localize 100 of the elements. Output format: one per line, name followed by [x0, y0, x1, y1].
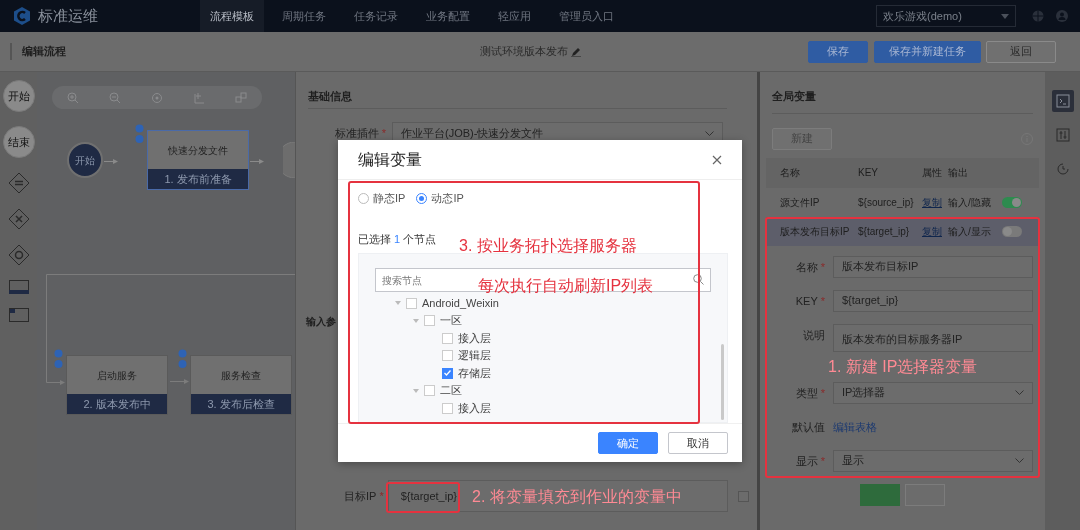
copy-link[interactable]: 复制	[922, 194, 948, 210]
task-node-icon[interactable]	[8, 280, 29, 294]
expand-caret-icon[interactable]	[413, 318, 419, 323]
section-title: 输入参	[306, 315, 336, 329]
close-icon[interactable]	[712, 154, 722, 165]
table-cell-text: ${source_ip}	[858, 195, 915, 210]
chevron-icon	[705, 130, 714, 136]
column-header: 名称	[780, 166, 801, 180]
arrow-connector	[250, 158, 264, 165]
table-cell-text: 输入/隐藏	[948, 195, 992, 210]
node-name: 服务检查	[220, 368, 262, 383]
sliders-icon[interactable]	[1055, 128, 1070, 142]
reset-icon[interactable]	[151, 91, 163, 104]
panel-title: 全局变量	[772, 72, 1033, 114]
history-icon[interactable]	[1055, 162, 1070, 176]
zoom-in-icon[interactable]	[67, 91, 79, 104]
variable-row[interactable]: 源文件IP ${source_ip} 复制 输入/隐藏	[766, 187, 1039, 217]
expand-caret-icon[interactable]	[395, 301, 401, 306]
field-label: 标准插件 *	[333, 125, 386, 141]
type-select[interactable]: IP选择器	[833, 381, 1033, 404]
field-label: KEY *	[795, 294, 825, 307]
expand-caret-icon[interactable]	[413, 388, 419, 393]
search-icon[interactable]	[693, 274, 704, 286]
checkbox[interactable]	[442, 367, 453, 379]
tree-node-label[interactable]: 接入层	[458, 329, 491, 347]
column-header: 属性	[922, 166, 943, 180]
tree-node-label[interactable]: Android_Weixin	[422, 294, 499, 312]
node-name: 快速分发文件	[167, 143, 229, 158]
arrow-connector	[170, 378, 189, 385]
radio-label[interactable]: 静态IP	[373, 190, 406, 207]
tree-node-label[interactable]: 接入层	[458, 399, 491, 415]
scrollbar[interactable]	[721, 344, 724, 421]
gateway-icon[interactable]	[7, 208, 30, 230]
output-toggle[interactable]	[1002, 196, 1022, 208]
zoom-out-icon[interactable]	[109, 91, 121, 104]
tree-node-label[interactable]: 逻辑层	[458, 347, 491, 364]
arrow-connector	[104, 158, 118, 165]
field-label: 默认值	[792, 420, 825, 433]
caret-icon	[1001, 13, 1009, 19]
table-cell-text: 版本发布目标IP	[780, 224, 851, 239]
column-header: KEY	[858, 166, 879, 180]
radio-label[interactable]: 动态IP	[431, 190, 464, 207]
nav-tab[interactable]: 周期任务	[272, 0, 336, 32]
field-label: 类型 *	[795, 386, 825, 399]
tree-node-label[interactable]: 二区	[440, 382, 462, 399]
save-button[interactable]: 保存并新建任务	[873, 40, 981, 63]
text-field[interactable]: 版本发布目标IP	[833, 255, 1033, 278]
save-button[interactable]: 保存	[808, 40, 868, 63]
nav-tab[interactable]: 轻应用	[488, 0, 541, 32]
field-label: 说明	[803, 328, 825, 341]
field-label: 名称 *	[795, 260, 825, 273]
confirm-button[interactable]: 确定	[598, 432, 658, 455]
task-node[interactable]: 快速分发文件 1. 发布前准备	[147, 130, 249, 190]
terminal-icon[interactable]	[1055, 94, 1070, 108]
output-toggle[interactable]	[1002, 225, 1022, 237]
variable-row[interactable]: 版本发布目标IP ${target_ip} 复制 输入/显示	[766, 216, 1039, 246]
type-select[interactable]: 显示	[833, 449, 1033, 472]
node-name: 启动服务	[96, 368, 138, 383]
cancel-button[interactable]: 取消	[668, 432, 728, 455]
gateway-icon[interactable]	[7, 244, 30, 266]
subprocess-icon[interactable]	[8, 308, 29, 322]
nav-tab[interactable]: 管理员入口	[549, 0, 624, 32]
nav-tab[interactable]: 业务配置	[416, 0, 480, 32]
selection-count: 已选择 1 个节点	[358, 232, 437, 245]
back-button[interactable]: 返回	[986, 40, 1056, 63]
business-select[interactable]: 欢乐游戏(demo)	[876, 5, 1016, 27]
column-header: 输出	[948, 166, 969, 180]
section-title: 基础信息	[308, 89, 352, 104]
field-label: 目标IP *	[344, 488, 384, 504]
start-node[interactable]: 开始	[67, 142, 103, 178]
annotation-text: 1. 新建 IP选择器变量	[828, 357, 978, 377]
node-stage: 2. 版本发布中	[67, 394, 167, 414]
pencil-icon[interactable]	[571, 46, 581, 57]
dialog-title: 编辑变量	[358, 149, 422, 170]
copy-link[interactable]: 复制	[922, 223, 948, 239]
table-cell-text: 输入/显示	[948, 224, 992, 239]
palette-node[interactable]: 结束	[2, 126, 35, 158]
confirm-block	[859, 483, 900, 506]
field-label: 显示 *	[795, 454, 825, 467]
format-icon[interactable]	[193, 91, 205, 104]
chevron-icon	[1015, 458, 1024, 463]
annotation-text: 2. 将变量填充到作业的变量中	[472, 487, 682, 507]
tree-node-label[interactable]: 存储层	[458, 364, 491, 382]
node-badge-icon	[54, 349, 63, 369]
text-field[interactable]: ${target_ip}	[833, 289, 1033, 312]
chevron-icon	[1015, 390, 1024, 395]
tree-node-label[interactable]: 一区	[440, 312, 462, 329]
layout-icon[interactable]	[235, 91, 247, 104]
user-icon[interactable]	[1056, 10, 1068, 22]
description-field[interactable]: 版本发布的目标服务器IP	[833, 323, 1033, 352]
task-node[interactable]: 服务检查 3. 发布后检查	[190, 355, 292, 415]
nav-tab[interactable]: 任务记录	[344, 0, 408, 32]
palette-node[interactable]: 开始	[2, 80, 35, 112]
globe-icon[interactable]	[1032, 10, 1044, 22]
node-badge-icon	[135, 124, 144, 144]
task-node[interactable]: 启动服务 2. 版本发布中	[66, 355, 168, 415]
gateway-icon[interactable]	[7, 172, 30, 194]
nav-tab[interactable]: 流程模板	[200, 0, 264, 32]
node-badge-icon	[178, 349, 187, 369]
logo-icon	[12, 6, 32, 26]
